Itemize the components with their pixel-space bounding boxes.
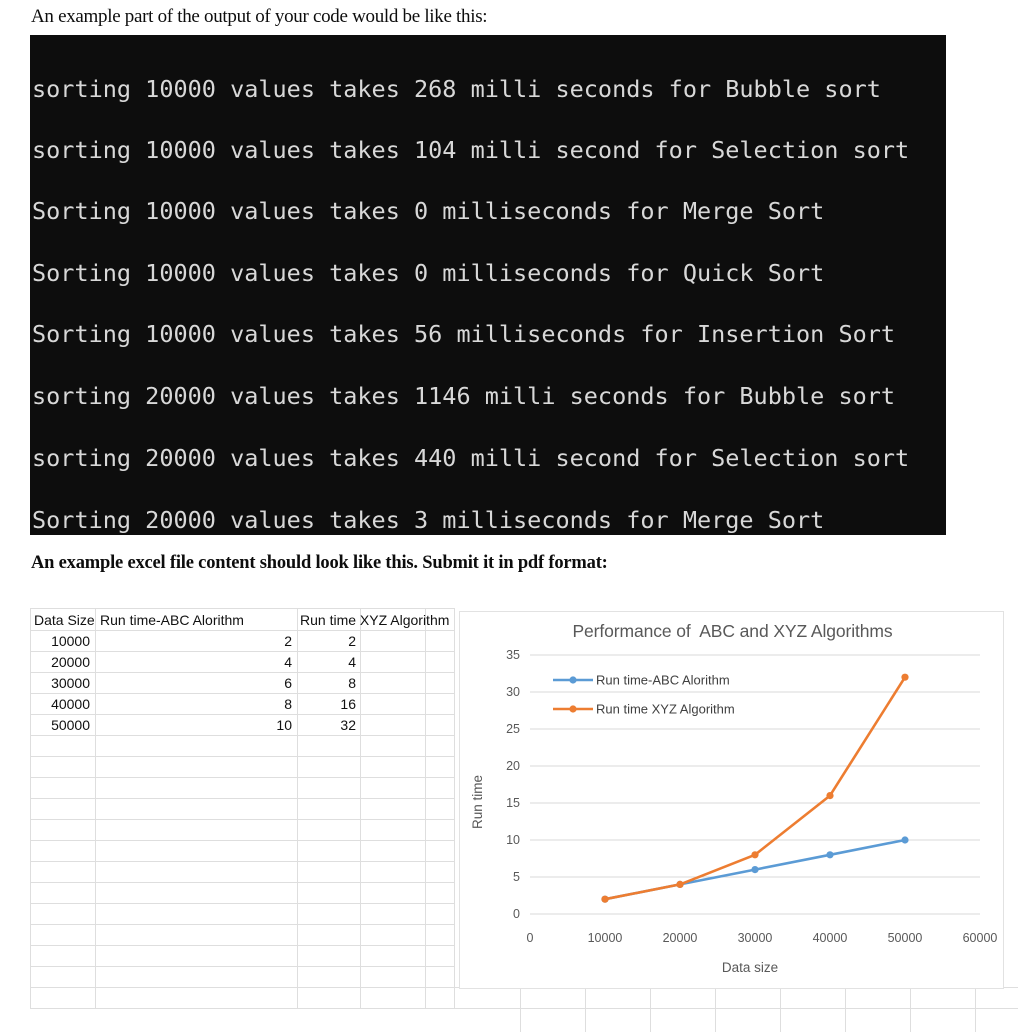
table-header-abc: Run time-ABC Alorithm [100,612,244,628]
console-line: Sorting 10000 values takes 0 millisecond… [32,197,825,225]
chart-x-tick: 50000 [888,931,923,945]
chart-y-tick: 20 [506,759,520,773]
table-header-xyz: Run time XYZ Algorithm [300,612,450,628]
chart-data-point [826,851,834,859]
grid-line-vertical [425,608,426,1008]
grid-line-vertical [454,608,455,1008]
grid-line-horizontal [30,693,455,694]
chart-x-tick: 20000 [663,931,698,945]
grid-line-horizontal [30,630,455,631]
grid-line-horizontal [30,924,455,925]
excel-example-heading: An example excel file content should loo… [31,553,608,573]
grid-line-vertical [520,987,521,1032]
table-cell-abc: 10 [276,717,292,733]
chart-panel[interactable]: Performance of ABC and XYZ Algorithms 05… [459,611,1004,989]
table-cell-data-size: 50000 [51,717,90,733]
console-line: sorting 10000 values takes 268 milli sec… [32,75,881,103]
grid-line-horizontal [30,819,455,820]
grid-line-horizontal [30,651,455,652]
chart-y-tick: 10 [506,833,520,847]
table-cell-data-size: 40000 [51,696,90,712]
console-line: Sorting 10000 values takes 56 millisecon… [32,320,896,348]
chart-x-tick: 60000 [963,931,998,945]
console-line: Sorting 10000 values takes 0 millisecond… [32,259,825,287]
console-line: sorting 10000 values takes 104 milli sec… [32,136,910,164]
grid-line-horizontal [30,735,455,736]
table-cell-xyz: 32 [340,717,356,733]
table-cell-abc: 8 [284,696,292,712]
chart-y-tick: 0 [513,907,520,921]
grid-line-horizontal [30,966,455,967]
chart-svg: 0 5 10 15 20 25 30 35 0 10000 20000 30000 40000 5000… [470,648,998,975]
chart-y-tick: 15 [506,796,520,810]
console-line: sorting 20000 values takes 1146 milli se… [32,382,896,410]
legend-marker [569,676,577,684]
grid-line-vertical [845,987,846,1032]
grid-line-horizontal [30,777,455,778]
chart-y-tick: 30 [506,685,520,699]
chart-legend: Run time-ABC Alorithm Run time XYZ Algori… [553,673,735,717]
console-line: Sorting 20000 values takes 3 millisecond… [32,506,825,534]
chart-x-tick: 10000 [588,931,623,945]
grid-line-horizontal [30,1008,1018,1009]
chart-data-point [826,792,834,800]
grid-line-horizontal [30,756,455,757]
chart-y-axis-label: Run time [470,775,485,829]
grid-line-horizontal [30,798,455,799]
chart-y-tick-labels: 0 5 10 15 20 25 30 35 [506,648,520,921]
grid-line-horizontal [30,945,455,946]
grid-line-vertical [95,608,96,1008]
grid-line-horizontal [30,882,455,883]
table-cell-abc: 4 [284,654,292,670]
grid-line-vertical [910,987,911,1032]
table-cell-data-size: 10000 [51,633,90,649]
grid-line-horizontal [30,672,455,673]
chart-data-point [751,851,759,859]
grid-line-vertical [585,987,586,1032]
grid-line-horizontal [30,861,455,862]
chart-data-point [901,836,909,844]
table-cell-xyz: 16 [340,696,356,712]
console-line: sorting 20000 values takes 440 milli sec… [32,444,910,472]
table-cell-abc: 6 [284,675,292,691]
grid-line-vertical [360,608,361,1008]
grid-line-vertical [650,987,651,1032]
console-output-block: sorting 10000 values takes 268 milli sec… [30,35,946,535]
chart-x-tick: 30000 [738,931,773,945]
intro-text: An example part of the output of your co… [31,6,488,27]
table-cell-data-size: 20000 [51,654,90,670]
grid-line-horizontal [30,840,455,841]
chart-y-tick: 25 [506,722,520,736]
table-cell-xyz: 8 [348,675,356,691]
chart-x-tick: 0 [527,931,534,945]
table-cell-abc: 2 [284,633,292,649]
table-cell-xyz: 2 [348,633,356,649]
chart-y-tick: 35 [506,648,520,662]
chart-y-tick: 5 [513,870,520,884]
table-cell-data-size: 30000 [51,675,90,691]
grid-line-vertical [715,987,716,1032]
grid-line-vertical [780,987,781,1032]
grid-line-horizontal [30,714,455,715]
chart-x-tick-labels: 0 10000 20000 30000 40000 50000 60000 [527,931,998,945]
chart-data-point [901,673,909,681]
chart-data-point [676,880,684,888]
chart-gridlines [530,654,980,915]
chart-data-point [601,895,609,903]
legend-marker [569,705,577,713]
chart-data-point [751,866,759,874]
grid-line-horizontal [30,608,455,609]
chart-x-tick: 40000 [813,931,848,945]
table-header-data-size: Data Size [34,612,95,628]
grid-line-vertical [975,987,976,1032]
legend-label: Run time-ABC Alorithm [596,673,730,688]
legend-label: Run time XYZ Algorithm [596,702,735,717]
table-cell-xyz: 4 [348,654,356,670]
chart-x-axis-label: Data size [722,960,778,975]
grid-line-horizontal [30,903,455,904]
